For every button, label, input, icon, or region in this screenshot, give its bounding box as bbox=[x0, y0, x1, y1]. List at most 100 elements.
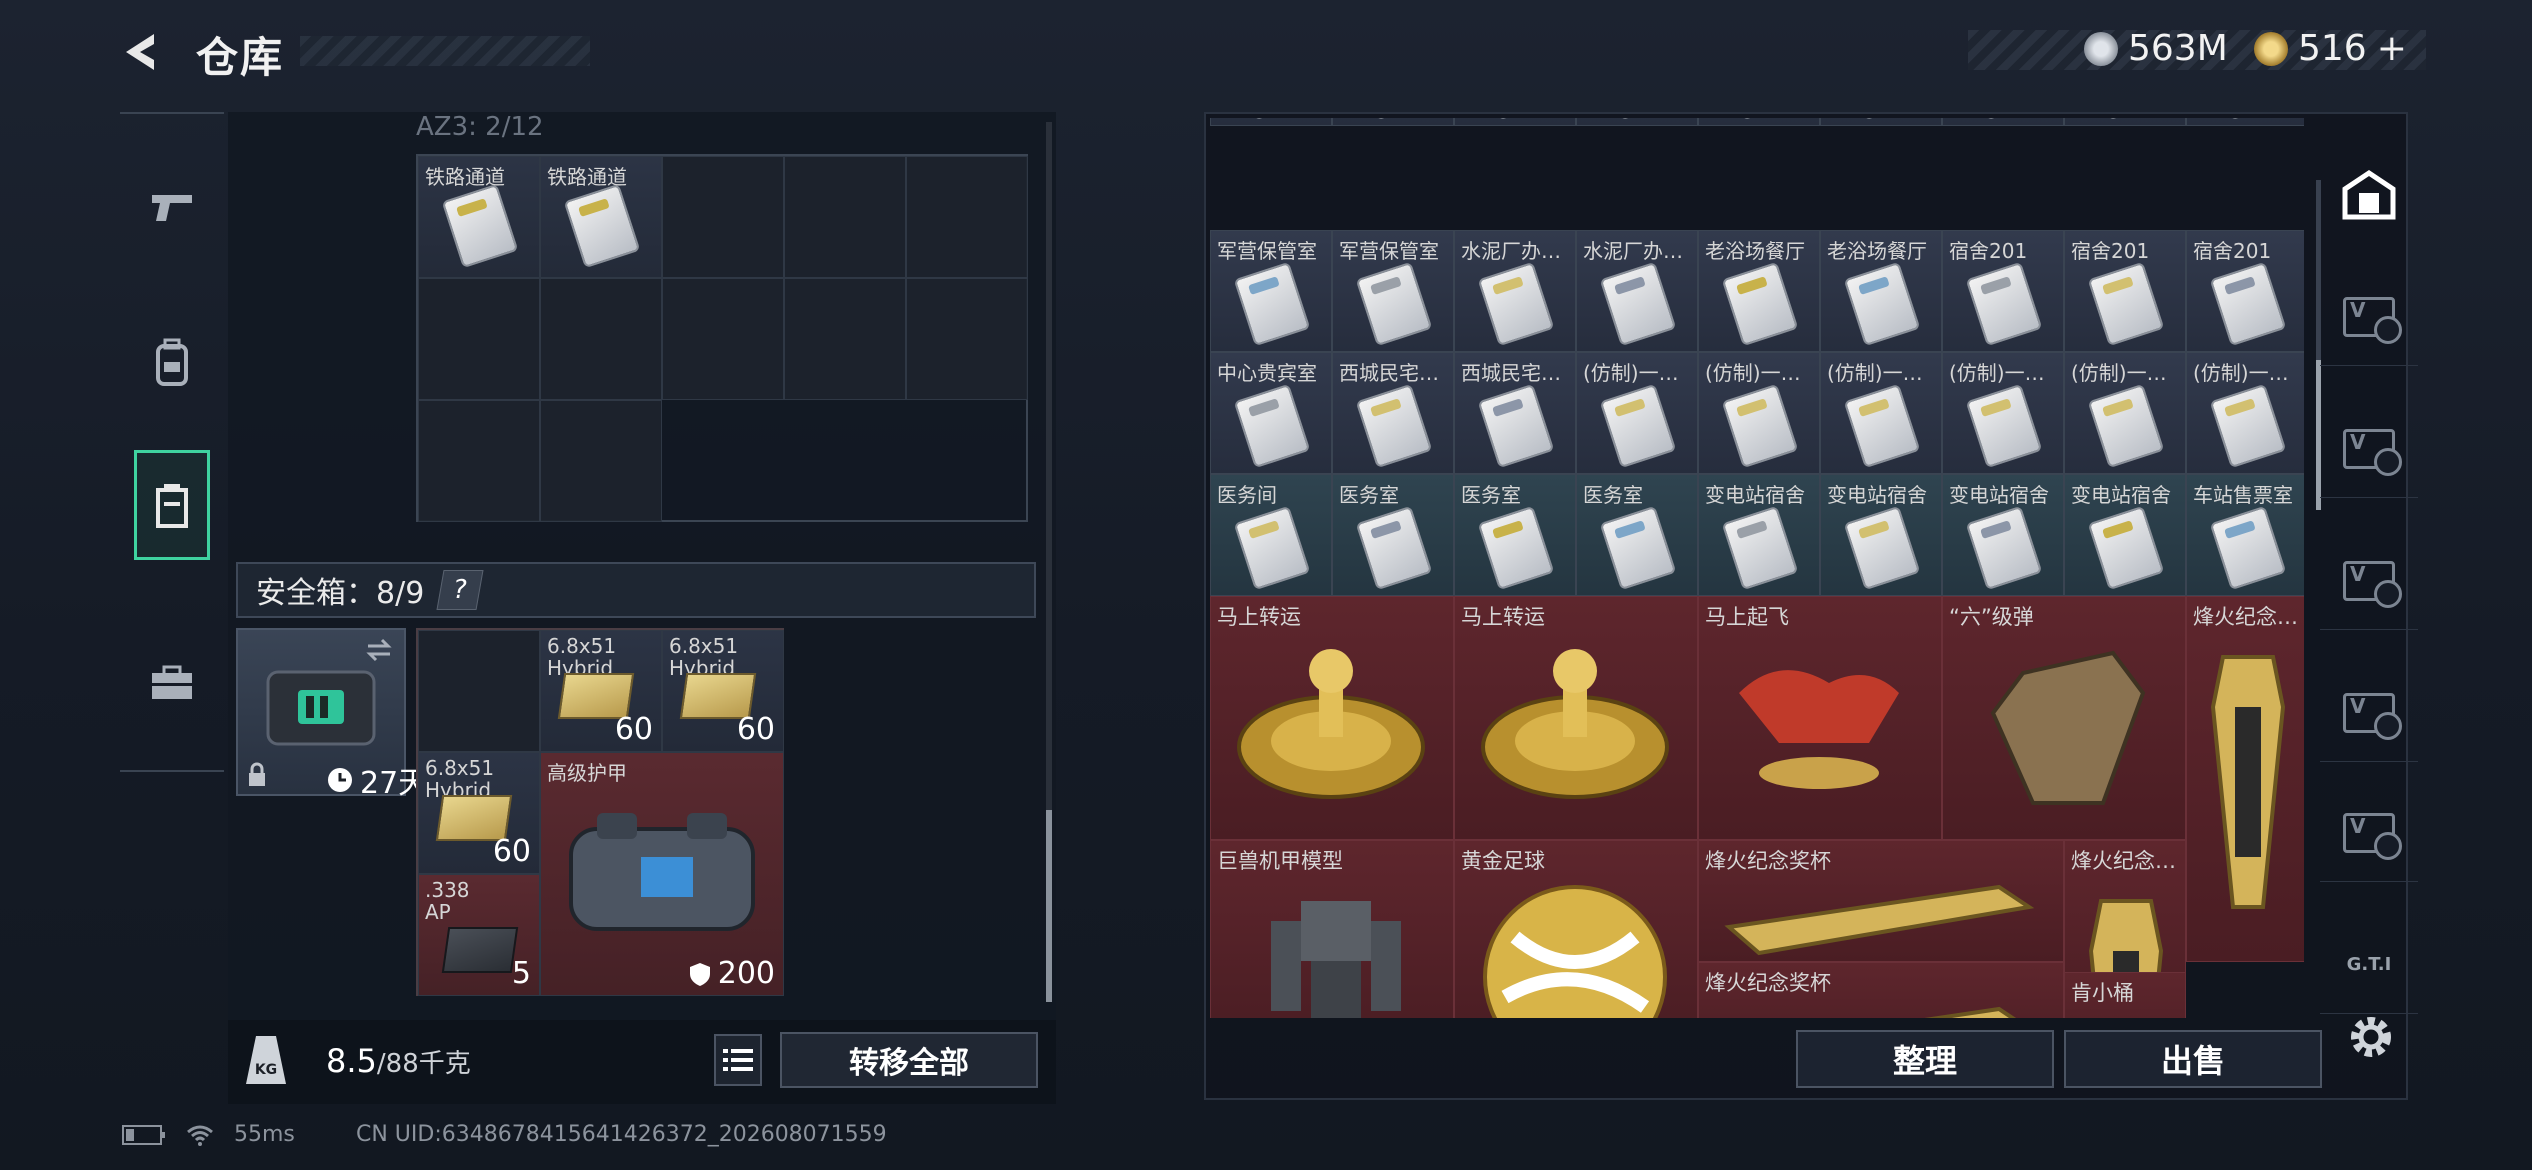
list-view-button[interactable] bbox=[714, 1034, 762, 1086]
collectible-item[interactable]: 烽火纪念奖杯 bbox=[1698, 840, 2064, 962]
warehouse-item[interactable]: (仿制)一… bbox=[1698, 352, 1820, 474]
keycard-icon bbox=[1965, 118, 2043, 121]
collectible-item[interactable]: 马上转运 bbox=[1454, 596, 1698, 840]
back-button[interactable] bbox=[118, 28, 166, 76]
collectible-item[interactable]: 黄金足球 bbox=[1454, 840, 1698, 1018]
warehouse-item[interactable]: (仿制)一… bbox=[1576, 352, 1698, 474]
warehouse-item[interactable]: 水泥厂办… bbox=[1454, 230, 1576, 352]
warehouse-item[interactable]: 5号… bbox=[1454, 118, 1576, 126]
swap-icon[interactable] bbox=[364, 638, 394, 662]
warehouse-item[interactable]: 水泥厂办… bbox=[1576, 230, 1698, 352]
empty-slot[interactable] bbox=[418, 400, 540, 522]
golden-ball-icon bbox=[1483, 885, 1667, 1018]
collectible-item[interactable]: “六”级弹 bbox=[1942, 596, 2186, 840]
warehouse-item[interactable]: 医务室 bbox=[1332, 474, 1454, 596]
organize-button[interactable]: 整理 bbox=[1796, 1030, 2054, 1088]
warehouse-item[interactable]: 仍星鑫牡… bbox=[1210, 118, 1332, 126]
warehouse-item[interactable]: (仿制)一… bbox=[1820, 352, 1942, 474]
warehouse-item[interactable]: 变电站宿舍 bbox=[2064, 474, 2186, 596]
warehouse-item[interactable]: 医务室 bbox=[1454, 474, 1576, 596]
warehouse-item[interactable]: 西城民宅… bbox=[1454, 352, 1576, 474]
warehouse-item[interactable]: 军营保管室 bbox=[1332, 230, 1454, 352]
collectible-item[interactable]: 肯小桶 bbox=[2064, 972, 2186, 1018]
warehouse-item[interactable]: 宿舍201 bbox=[2064, 230, 2186, 352]
keycard-icon bbox=[2087, 118, 2165, 121]
warehouse-item[interactable]: 老浴场餐厅 bbox=[1698, 230, 1820, 352]
backpack-icon bbox=[156, 338, 188, 386]
item-label: (仿制)一… bbox=[1827, 361, 1923, 385]
warehouse-item[interactable]: 自条展… bbox=[1942, 118, 2064, 126]
warehouse-item[interactable]: (仿制)一… bbox=[2186, 352, 2304, 474]
tab-vcard-2[interactable] bbox=[2320, 400, 2418, 498]
ammo-item[interactable]: 6.8x51 Hybrid 60 bbox=[662, 630, 784, 752]
empty-slot[interactable] bbox=[418, 278, 540, 400]
nav-weapon[interactable] bbox=[134, 152, 210, 262]
warehouse-item[interactable]: (仿制)一… bbox=[2064, 352, 2186, 474]
gold-currency[interactable]: 516 + bbox=[2254, 28, 2407, 69]
empty-slot[interactable] bbox=[540, 278, 662, 400]
backpack-item[interactable]: 铁路通道 bbox=[418, 156, 540, 278]
keycard-icon bbox=[1477, 505, 1555, 591]
tab-vault[interactable] bbox=[2320, 146, 2418, 244]
empty-slot[interactable] bbox=[784, 278, 906, 400]
collectible-item[interactable]: 巨兽机甲模型 bbox=[1210, 840, 1454, 1018]
warehouse-item[interactable]: 铁路通… bbox=[2186, 118, 2304, 126]
warehouse-item[interactable]: 宿舍201 bbox=[2186, 230, 2304, 352]
collectible-item[interactable]: 烽火纪念… bbox=[2186, 596, 2304, 962]
tab-vcard-4[interactable] bbox=[2320, 664, 2418, 762]
warehouse-item[interactable]: 中控… bbox=[1698, 118, 1820, 126]
warehouse-item[interactable]: 沿袭… bbox=[1332, 118, 1454, 126]
empty-slot[interactable] bbox=[540, 400, 662, 522]
shield-icon bbox=[689, 962, 710, 986]
tab-vcard-5[interactable] bbox=[2320, 784, 2418, 882]
empty-slot[interactable] bbox=[906, 156, 1028, 278]
item-label: (仿制)一… bbox=[1949, 361, 2045, 385]
armor-item[interactable]: 高级护甲 200 bbox=[540, 752, 784, 996]
add-gold-button[interactable]: + bbox=[2377, 28, 2407, 69]
ammo-item[interactable]: 6.8x51 Hybrid 60 bbox=[540, 630, 662, 752]
warehouse-item[interactable]: 变电站宿舍 bbox=[1698, 474, 1820, 596]
backpack-item[interactable]: 铁路通道 bbox=[540, 156, 662, 278]
tab-vcard-3[interactable] bbox=[2320, 532, 2418, 630]
nav-case[interactable] bbox=[134, 628, 210, 738]
empty-slot[interactable] bbox=[418, 630, 540, 752]
inventory-scrollbar-thumb[interactable] bbox=[1046, 810, 1052, 1002]
empty-slot[interactable] bbox=[662, 156, 784, 278]
transfer-all-button[interactable]: 转移全部 bbox=[780, 1032, 1038, 1088]
warehouse-item[interactable]: (仿制)一… bbox=[1942, 352, 2064, 474]
ammo-item[interactable]: 6.8x51 Hybrid 60 bbox=[418, 752, 540, 874]
warehouse-item[interactable]: 海洋监测厅 bbox=[1576, 118, 1698, 126]
empty-slot[interactable] bbox=[906, 278, 1028, 400]
keycard-icon bbox=[1965, 261, 2043, 347]
warehouse-item[interactable]: 医务间 bbox=[1210, 474, 1332, 596]
warehouse-item[interactable]: 首条展… bbox=[1820, 118, 1942, 126]
nav-backpack[interactable] bbox=[134, 308, 210, 418]
warehouse-item[interactable]: 变电站宿舍 bbox=[1820, 474, 1942, 596]
warehouse-item[interactable]: 老浴场餐厅 bbox=[1820, 230, 1942, 352]
tab-vcard-1[interactable] bbox=[2320, 268, 2418, 366]
ammo-item[interactable]: .338 AP 5 bbox=[418, 874, 540, 996]
empty-slot[interactable] bbox=[662, 278, 784, 400]
tab-gti[interactable]: G.T.I bbox=[2320, 916, 2418, 1014]
help-button[interactable]: ? bbox=[436, 570, 484, 610]
warehouse-item[interactable]: 自条展… bbox=[2064, 118, 2186, 126]
collectible-item[interactable]: 烽火纪念奖杯 bbox=[1698, 962, 2064, 1018]
item-label: 医务室 bbox=[1461, 483, 1521, 507]
collectible-item[interactable]: 马上起飞 bbox=[1698, 596, 1942, 840]
warehouse-item[interactable]: 变电站宿舍 bbox=[1942, 474, 2064, 596]
keycard-icon bbox=[1599, 118, 1677, 121]
collectible-item[interactable]: 马上转运 bbox=[1210, 596, 1454, 840]
warehouse-item[interactable]: 军营保管室 bbox=[1210, 230, 1332, 352]
warehouse-item[interactable]: 西城民宅… bbox=[1332, 352, 1454, 474]
sell-button[interactable]: 出售 bbox=[2064, 1030, 2322, 1088]
silver-currency[interactable]: 563M bbox=[2084, 28, 2228, 69]
warehouse-item[interactable]: 中心贵宾室 bbox=[1210, 352, 1332, 474]
ping: 55ms bbox=[234, 1122, 295, 1147]
warehouse-item[interactable]: 医务室 bbox=[1576, 474, 1698, 596]
zone-label: AZ3: 2/12 bbox=[416, 112, 544, 142]
warehouse-item[interactable]: 宿舍201 bbox=[1942, 230, 2064, 352]
settings-button[interactable] bbox=[2344, 1010, 2398, 1064]
warehouse-item[interactable]: 车站售票室 bbox=[2186, 474, 2304, 596]
nav-rig[interactable] bbox=[134, 450, 210, 560]
empty-slot[interactable] bbox=[784, 156, 906, 278]
